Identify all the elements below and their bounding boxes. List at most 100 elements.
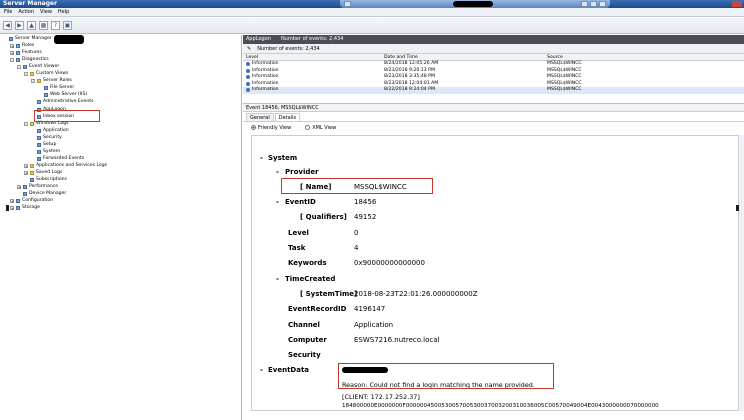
date-time-cell: 8/22/2018 9:24:04 PM [384, 87, 435, 92]
source-cell: MSSQL$WINCC [547, 87, 582, 92]
friendly-view-panel: - System - Provider [ Name] MSSQL$WINCC … [251, 135, 741, 411]
tree-item-label: Saved Logs [36, 169, 63, 175]
systemtime-key: [ SystemTime] [300, 290, 358, 298]
properties-icon[interactable]: ▣ [63, 20, 72, 30]
tree-item[interactable]: + Roles [10, 43, 34, 49]
collapse-eventid-icon[interactable]: - [276, 198, 279, 206]
expand-icon[interactable]: + [24, 163, 28, 168]
log-icon [37, 156, 41, 161]
close-window-button[interactable] [732, 1, 742, 7]
tree-item[interactable]: + Storage [10, 205, 40, 211]
collapse-timecreated-icon[interactable]: - [276, 275, 279, 283]
collapse-icon[interactable]: - [31, 79, 35, 84]
column-level[interactable]: Level [243, 54, 381, 60]
tree-item[interactable]: Forwarded Events [31, 156, 84, 162]
tree-item[interactable]: File Server [38, 85, 74, 91]
back-icon[interactable]: ◀ [3, 20, 12, 30]
tree-item[interactable]: - Server Roles [31, 78, 72, 84]
minimize-icon[interactable] [581, 1, 588, 7]
collapse-eventdata-icon[interactable]: - [260, 366, 263, 374]
folder-icon [30, 72, 34, 77]
tree-item[interactable]: Application [31, 128, 69, 134]
tree-item[interactable]: Security [31, 135, 62, 141]
xml-view-option[interactable]: XML View [305, 125, 336, 131]
tree-item-label: Device Manager [29, 191, 67, 197]
tree-item-label: Server Manager [15, 36, 52, 41]
menu-view[interactable]: View [40, 9, 52, 15]
column-date-time[interactable]: Date and Time [381, 54, 544, 60]
log-icon [37, 135, 41, 140]
left-resize-handle[interactable] [6, 205, 9, 211]
information-icon [246, 81, 250, 86]
qualifiers-key: [ Qualifiers] [300, 213, 347, 221]
eventid-key: EventID [285, 198, 316, 206]
tree-item[interactable]: + Configuration [10, 198, 53, 204]
filter-icon [44, 93, 48, 98]
tree-item[interactable]: - Custom Views [24, 71, 68, 77]
column-source[interactable]: Source [544, 54, 644, 60]
table-row[interactable]: Information 8/22/2018 9:24:04 PM MSSQL$WIN… [243, 87, 744, 94]
expand-icon[interactable]: + [10, 51, 14, 56]
tree-item[interactable]: Setup [31, 142, 56, 148]
tree-item-label: File Server [50, 85, 75, 91]
menu-action[interactable]: Action [18, 9, 34, 15]
friendly-view-option[interactable]: Friendly View [251, 125, 291, 131]
event-tabs: General Details [243, 112, 744, 121]
collapse-icon[interactable]: - [24, 72, 28, 77]
radio-unchecked-icon [305, 125, 311, 130]
tree-item[interactable]: System [31, 149, 60, 155]
folder-icon [30, 121, 34, 126]
recordid-value: 4196147 [354, 305, 386, 313]
menu-file[interactable]: File [4, 9, 12, 15]
expand-icon[interactable]: + [10, 206, 14, 211]
collapse-icon[interactable]: - [10, 58, 14, 63]
up-icon[interactable]: ▲ [27, 20, 36, 30]
collapse-provider-icon[interactable]: - [276, 168, 279, 176]
tree-item[interactable]: - Diagnostics [10, 57, 49, 63]
menu-bar: File Action View Help [0, 8, 744, 17]
information-icon [246, 75, 250, 80]
remote-desktop-connection-bar[interactable] [340, 0, 610, 8]
tree-item-label: Security [43, 134, 62, 140]
provider-name-highlight [281, 178, 433, 194]
tab-general[interactable]: General [246, 113, 274, 121]
show-hide-tree-icon[interactable]: ▦ [39, 20, 48, 30]
tree-item[interactable]: + Performance [17, 184, 58, 190]
right-resize-handle[interactable] [736, 205, 739, 211]
tree-item[interactable]: Web Server (IIS) [38, 92, 87, 98]
details-scrollbar[interactable] [738, 135, 744, 411]
collapse-system-icon[interactable]: - [260, 154, 263, 162]
tree-item[interactable]: + Saved Logs [24, 170, 62, 176]
tree-item-label: Forwarded Events [43, 155, 85, 161]
binary-data-text: 184800000E0000000F0000004500530057005300… [342, 403, 659, 409]
storage-icon [16, 206, 20, 211]
expand-icon[interactable]: + [10, 44, 14, 49]
tab-details[interactable]: Details [274, 113, 301, 121]
tree-item[interactable]: Server Manager [3, 34, 84, 44]
collapse-icon[interactable]: - [17, 65, 21, 70]
tree-item[interactable]: - Event Viewer [17, 64, 59, 70]
expand-icon[interactable]: + [17, 185, 21, 190]
tree-item[interactable]: + Features [10, 50, 42, 56]
collapse-icon[interactable]: - [24, 121, 28, 126]
event-pane: AppLogon Number of events: 2,434 ✎ Numbe… [243, 35, 744, 420]
expand-icon[interactable]: + [10, 199, 14, 204]
device-manager-icon [23, 192, 27, 197]
filter-icon[interactable]: ✎ [247, 44, 251, 54]
close-icon[interactable] [599, 1, 606, 7]
filter-bar: ✎ Number of events: 2,434 [243, 44, 744, 54]
menu-help[interactable]: Help [58, 9, 69, 15]
tree-item[interactable]: + Applications and Services Logs [24, 163, 107, 169]
level-cell: Information [243, 87, 381, 94]
restore-icon[interactable] [590, 1, 597, 7]
help-icon[interactable]: ? [51, 20, 60, 30]
tree-item[interactable]: Administrative Events [31, 99, 93, 105]
pin-icon[interactable] [344, 1, 351, 7]
eventid-value: 18456 [354, 198, 377, 206]
tree-item[interactable]: Subscriptions [24, 177, 67, 183]
tree-item[interactable]: Device Manager [17, 191, 66, 197]
forward-icon[interactable]: ▶ [15, 20, 24, 30]
expand-icon[interactable]: + [24, 170, 28, 175]
tree-item-label: Applications and Services Logs [36, 162, 108, 168]
reason-highlight [338, 363, 554, 389]
